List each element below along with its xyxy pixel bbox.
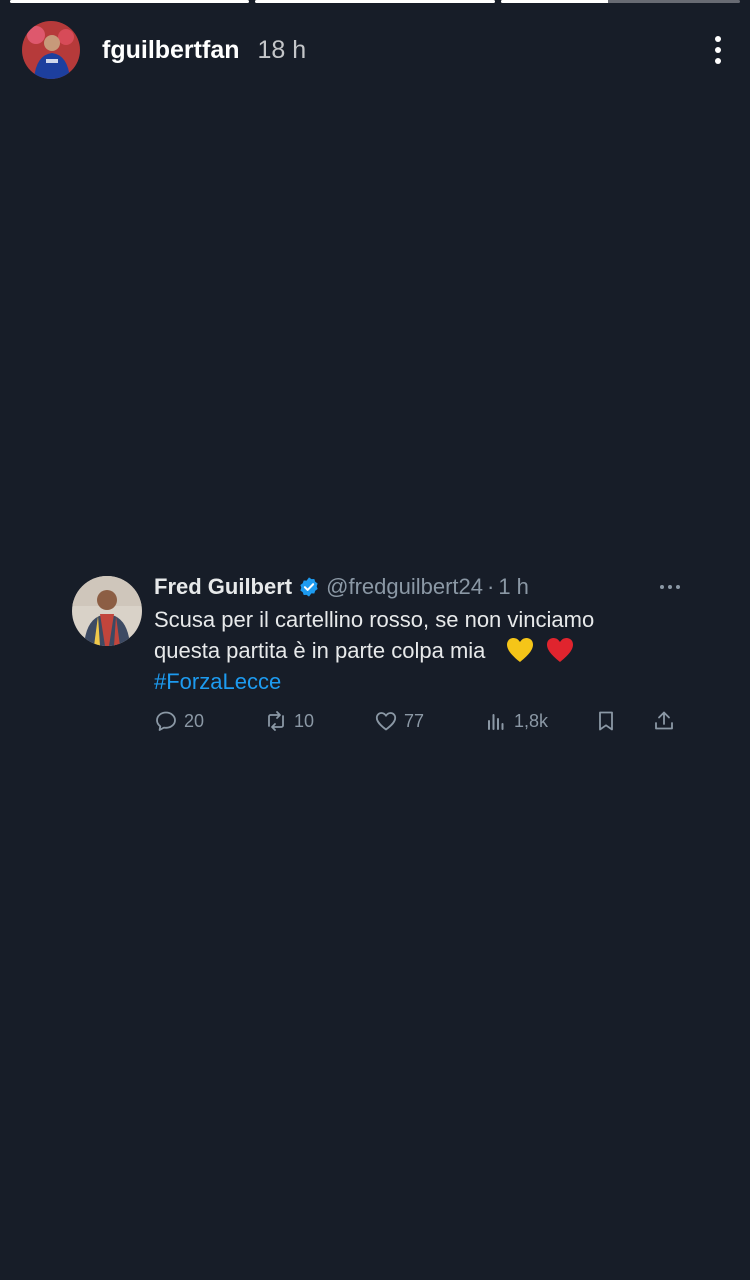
views-count: 1,8k (514, 710, 549, 731)
heart-outline-icon (375, 712, 397, 731)
hashtag-link[interactable]: #ForzaLecce (154, 666, 682, 697)
tweet-text-line-with-emoji: questa partita è in parte colpa mia (154, 635, 682, 666)
tweet-text-line: Scusa per il cartellino rosso, se non vi… (154, 607, 595, 632)
retweet-icon (268, 711, 284, 731)
reply-button[interactable]: 20 (154, 709, 264, 733)
retweet-button[interactable]: 10 (264, 709, 374, 733)
story-progress (10, 0, 740, 4)
tweet-actions: 20 10 77 1,8k (154, 706, 694, 736)
tweet-more-icon[interactable] (660, 577, 680, 597)
tweet-author-name[interactable]: Fred Guilbert (154, 574, 292, 600)
tweet-author-avatar[interactable] (72, 576, 142, 646)
like-button[interactable]: 77 (374, 709, 484, 733)
separator-dot: · (487, 574, 495, 599)
views-chart-icon (488, 714, 504, 730)
progress-segment (10, 0, 250, 3)
bookmark-button[interactable] (594, 709, 652, 733)
verified-badge-icon (300, 577, 318, 597)
like-count: 77 (404, 710, 425, 731)
red-heart-icon (546, 638, 573, 662)
story-header: fguilbertfan 18 h (22, 20, 728, 80)
share-icon (655, 711, 673, 730)
tweet-timestamp[interactable]: 1 h (498, 574, 529, 600)
reply-count: 20 (184, 710, 205, 731)
story-username[interactable]: fguilbertfan (102, 36, 240, 65)
progress-segment (255, 0, 495, 3)
bookmark-icon (599, 711, 613, 731)
story-avatar[interactable] (22, 21, 80, 79)
tweet-body: Fred Guilbert @fredguilbert24 · 1 h Scus… (154, 570, 682, 697)
tweet-text-line: questa partita è in parte colpa mia (154, 638, 486, 663)
more-options-icon[interactable] (708, 30, 728, 70)
tweet-card: Fred Guilbert @fredguilbert24 · 1 h Scus… (72, 570, 682, 740)
tweet-author-handle[interactable]: @fredguilbert24 (326, 574, 483, 600)
share-button[interactable] (652, 709, 692, 733)
progress-segment-current (500, 0, 740, 3)
story-timestamp: 18 h (257, 35, 307, 64)
reply-icon (156, 711, 176, 731)
views-button[interactable]: 1,8k (484, 709, 594, 733)
tweet-text: Scusa per il cartellino rosso, se non vi… (154, 604, 682, 697)
retweet-count: 10 (294, 710, 315, 731)
tweet-header: Fred Guilbert @fredguilbert24 · 1 h (154, 570, 682, 604)
yellow-heart-icon (506, 638, 533, 662)
